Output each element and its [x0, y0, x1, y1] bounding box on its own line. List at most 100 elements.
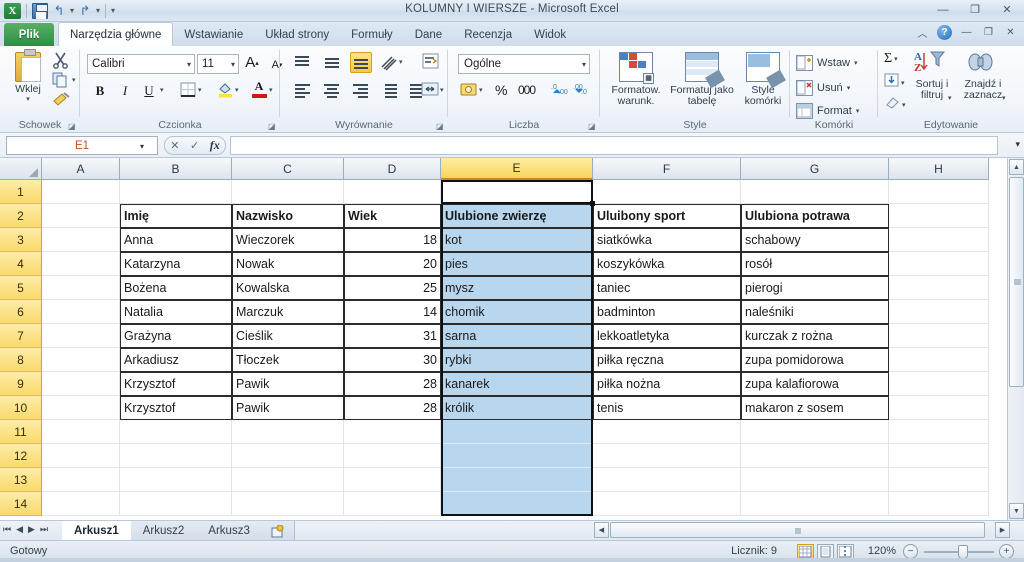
grow-font-button[interactable]: A ▴	[241, 52, 263, 73]
cell-D4[interactable]: 20	[344, 252, 441, 276]
cell-C2[interactable]: Nazwisko	[232, 204, 344, 228]
maximize-window-icon[interactable]: ❐	[981, 25, 996, 40]
cell-F8[interactable]: piłka ręczna	[593, 348, 741, 372]
column-header-f[interactable]: F	[593, 158, 741, 180]
cell-F2[interactable]: Uluibony sport	[593, 204, 741, 228]
insert-cells-button[interactable]: Wstaw ▾	[796, 52, 858, 74]
cell-B9[interactable]: Krzysztof	[120, 372, 232, 396]
cell-H14[interactable]	[889, 492, 989, 516]
cell-F9[interactable]: piłka nożna	[593, 372, 741, 396]
column-header-b[interactable]: B	[120, 158, 232, 180]
row-header-11[interactable]: 11	[0, 420, 42, 444]
column-header-e[interactable]: E	[441, 158, 593, 180]
clipboard-dialog-launcher[interactable]: ◪	[68, 122, 77, 131]
cell-F4[interactable]: koszykówka	[593, 252, 741, 276]
vertical-scrollbar[interactable]: ▲ ▼	[1007, 158, 1024, 520]
font-name-dropdown-icon[interactable]: ▾	[187, 60, 191, 69]
cell-E4[interactable]: pies	[441, 252, 593, 276]
top-align-icon[interactable]	[292, 54, 312, 73]
format-dropdown-icon[interactable]: ▾	[856, 107, 860, 115]
row-header-3[interactable]: 3	[0, 228, 42, 252]
sheet-tab-arkusz1[interactable]: Arkusz1	[62, 521, 132, 541]
sheet-tab-arkusz2[interactable]: Arkusz2	[130, 521, 198, 541]
cell-F11[interactable]	[593, 420, 741, 444]
cell-E10[interactable]: królik	[441, 396, 593, 420]
cell-D12[interactable]	[344, 444, 441, 468]
cell-D10[interactable]: 28	[344, 396, 441, 420]
zoom-out-button[interactable]: −	[903, 544, 918, 559]
align-right-icon[interactable]	[350, 82, 370, 101]
middle-align-icon[interactable]	[322, 54, 342, 73]
cell-F10[interactable]: tenis	[593, 396, 741, 420]
cell-B3[interactable]: Anna	[120, 228, 232, 252]
expand-formula-bar-icon[interactable]: ▾	[1015, 139, 1020, 150]
number-dialog-launcher[interactable]: ◪	[588, 122, 597, 131]
cell-F3[interactable]: siatkówka	[593, 228, 741, 252]
underline-button[interactable]: U	[138, 80, 160, 101]
cell-E8[interactable]: rybki	[441, 348, 593, 372]
cell-C6[interactable]: Marczuk	[232, 300, 344, 324]
tab-insert[interactable]: Wstawianie	[173, 23, 254, 46]
cell-H5[interactable]	[889, 276, 989, 300]
cell-G6[interactable]: naleśniki	[741, 300, 889, 324]
cell-E2[interactable]: Ulubione zwierzę	[441, 204, 593, 228]
cell-F12[interactable]	[593, 444, 741, 468]
orientation-dropdown-icon[interactable]: ▾	[399, 58, 403, 66]
row-header-14[interactable]: 14	[0, 492, 42, 516]
cell-A14[interactable]	[42, 492, 120, 516]
find-select-dropdown-icon[interactable]: ▾	[1002, 94, 1006, 102]
cell-D2[interactable]: Wiek	[344, 204, 441, 228]
cell-H6[interactable]	[889, 300, 989, 324]
help-icon[interactable]: ?	[937, 25, 952, 40]
cell-E12[interactable]	[441, 444, 593, 468]
next-sheet-icon[interactable]: ▶	[28, 524, 35, 535]
scroll-down-button[interactable]: ▼	[1009, 503, 1024, 519]
tab-review[interactable]: Recenzja	[453, 23, 523, 46]
currency-dropdown-icon[interactable]: ▾	[479, 86, 483, 94]
close-window-icon[interactable]: ✕	[1003, 25, 1018, 40]
sheet-tab-arkusz3[interactable]: Arkusz3	[196, 521, 263, 541]
cell-H11[interactable]	[889, 420, 989, 444]
first-sheet-icon[interactable]: ⏮	[3, 524, 11, 535]
sort-filter-dropdown-icon[interactable]: ▾	[948, 94, 952, 102]
cell-A1[interactable]	[42, 180, 120, 204]
autosum-dropdown-icon[interactable]: ▾	[894, 55, 898, 63]
cell-C8[interactable]: Tłoczek	[232, 348, 344, 372]
align-left-icon[interactable]	[292, 82, 312, 101]
wrap-text-icon[interactable]	[421, 52, 441, 71]
cell-A9[interactable]	[42, 372, 120, 396]
cell-D5[interactable]: 25	[344, 276, 441, 300]
column-header-c[interactable]: C	[232, 158, 344, 180]
cell-B7[interactable]: Grażyna	[120, 324, 232, 348]
borders-dropdown-icon[interactable]: ▾	[198, 86, 202, 94]
cell-G7[interactable]: kurczak z rożna	[741, 324, 889, 348]
column-header-g[interactable]: G	[741, 158, 889, 180]
decrease-decimal-icon[interactable]: .00.0	[573, 81, 592, 98]
cell-D8[interactable]: 30	[344, 348, 441, 372]
tab-view[interactable]: Widok	[523, 23, 577, 46]
cell-E7[interactable]: sarna	[441, 324, 593, 348]
cell-B12[interactable]	[120, 444, 232, 468]
italic-button[interactable]: I	[114, 80, 136, 101]
cell-styles-button[interactable]: Style komórki	[735, 48, 791, 128]
hscroll-left-button[interactable]: ◀	[594, 522, 609, 538]
minimize-button[interactable]: —	[930, 1, 956, 18]
cell-D3[interactable]: 18	[344, 228, 441, 252]
cell-H12[interactable]	[889, 444, 989, 468]
align-center-icon[interactable]	[321, 82, 341, 101]
cell-H7[interactable]	[889, 324, 989, 348]
cell-A11[interactable]	[42, 420, 120, 444]
cell-A6[interactable]	[42, 300, 120, 324]
cell-H3[interactable]	[889, 228, 989, 252]
fill-color-dropdown-icon[interactable]: ▾	[235, 86, 239, 94]
horizontal-scrollbar[interactable]: ◀ ▶	[594, 522, 1024, 539]
underline-dropdown-icon[interactable]: ▾	[160, 86, 164, 94]
cell-E11[interactable]	[441, 420, 593, 444]
merge-center-icon[interactable]	[421, 80, 441, 99]
cell-B8[interactable]: Arkadiusz	[120, 348, 232, 372]
cell-H2[interactable]	[889, 204, 989, 228]
fill-button[interactable]: ▾	[884, 73, 905, 92]
restore-window-icon[interactable]: —	[959, 25, 974, 40]
copy-icon[interactable]	[52, 72, 72, 89]
cell-C14[interactable]	[232, 492, 344, 516]
